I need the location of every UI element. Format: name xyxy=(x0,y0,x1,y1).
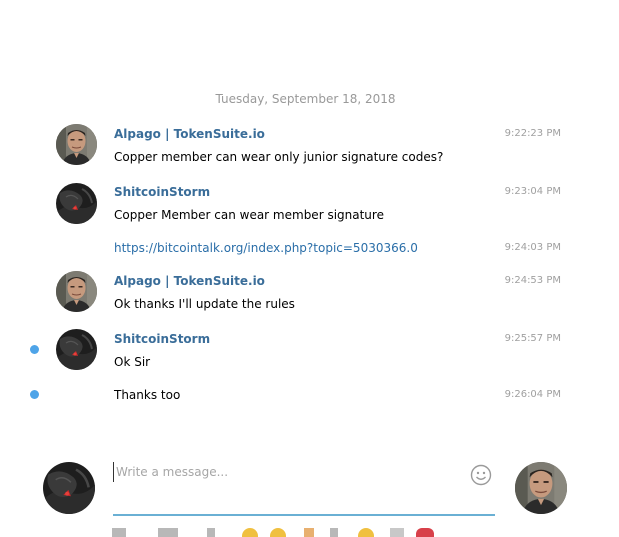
message-sender[interactable]: ShitcoinStorm xyxy=(114,332,210,346)
message-time: 9:22:23 PM xyxy=(504,128,561,139)
camera-icon[interactable] xyxy=(158,528,178,537)
date-separator: Tuesday, September 18, 2018 xyxy=(215,92,396,106)
unread-indicator xyxy=(30,390,39,399)
message-time: 9:26:04 PM xyxy=(504,389,561,400)
composer-toolbar xyxy=(108,528,448,537)
message-sender[interactable]: Alpago | TokenSuite.io xyxy=(114,274,265,288)
emoji-quick-icon[interactable] xyxy=(358,528,374,537)
message-text: Copper member can wear only junior signa… xyxy=(114,150,444,164)
emoji-quick-icon[interactable] xyxy=(270,528,286,537)
mic-icon[interactable] xyxy=(207,528,215,537)
pin-icon[interactable] xyxy=(330,528,338,537)
message-time: 9:24:03 PM xyxy=(504,242,561,253)
heart-icon[interactable] xyxy=(416,528,434,537)
smiley-icon[interactable] xyxy=(470,464,492,486)
shitcoinstorm-avatar[interactable] xyxy=(56,329,97,370)
message-time: 9:24:53 PM xyxy=(504,275,561,286)
message-text: Ok Sir xyxy=(114,355,151,369)
message-text: Thanks too xyxy=(114,388,181,402)
message-composer[interactable] xyxy=(113,458,495,516)
message-input[interactable] xyxy=(113,462,456,482)
partner-avatar[interactable] xyxy=(515,462,567,514)
attach-icon[interactable] xyxy=(112,528,126,537)
emoji-quick-icon[interactable] xyxy=(242,528,258,537)
message-time: 9:25:57 PM xyxy=(504,333,561,344)
message-sender[interactable]: Alpago | TokenSuite.io xyxy=(114,127,265,141)
thumbs-icon[interactable] xyxy=(304,528,314,537)
message-text: Copper Member can wear member signature xyxy=(114,208,384,222)
message-link[interactable]: https://bitcointalk.org/index.php?topic=… xyxy=(114,241,418,255)
unread-indicator xyxy=(30,345,39,354)
shitcoinstorm-avatar[interactable] xyxy=(56,183,97,224)
alpago-avatar[interactable] xyxy=(56,124,97,165)
chat-window: Tuesday, September 18, 2018 Alpago | Tok… xyxy=(0,0,619,537)
my-avatar[interactable] xyxy=(43,462,95,514)
message-time: 9:23:04 PM xyxy=(504,186,561,197)
alpago-avatar[interactable] xyxy=(56,271,97,312)
message-sender[interactable]: ShitcoinStorm xyxy=(114,185,210,199)
message-text: Ok thanks I'll update the rules xyxy=(114,297,295,311)
send-icon[interactable] xyxy=(390,528,404,537)
